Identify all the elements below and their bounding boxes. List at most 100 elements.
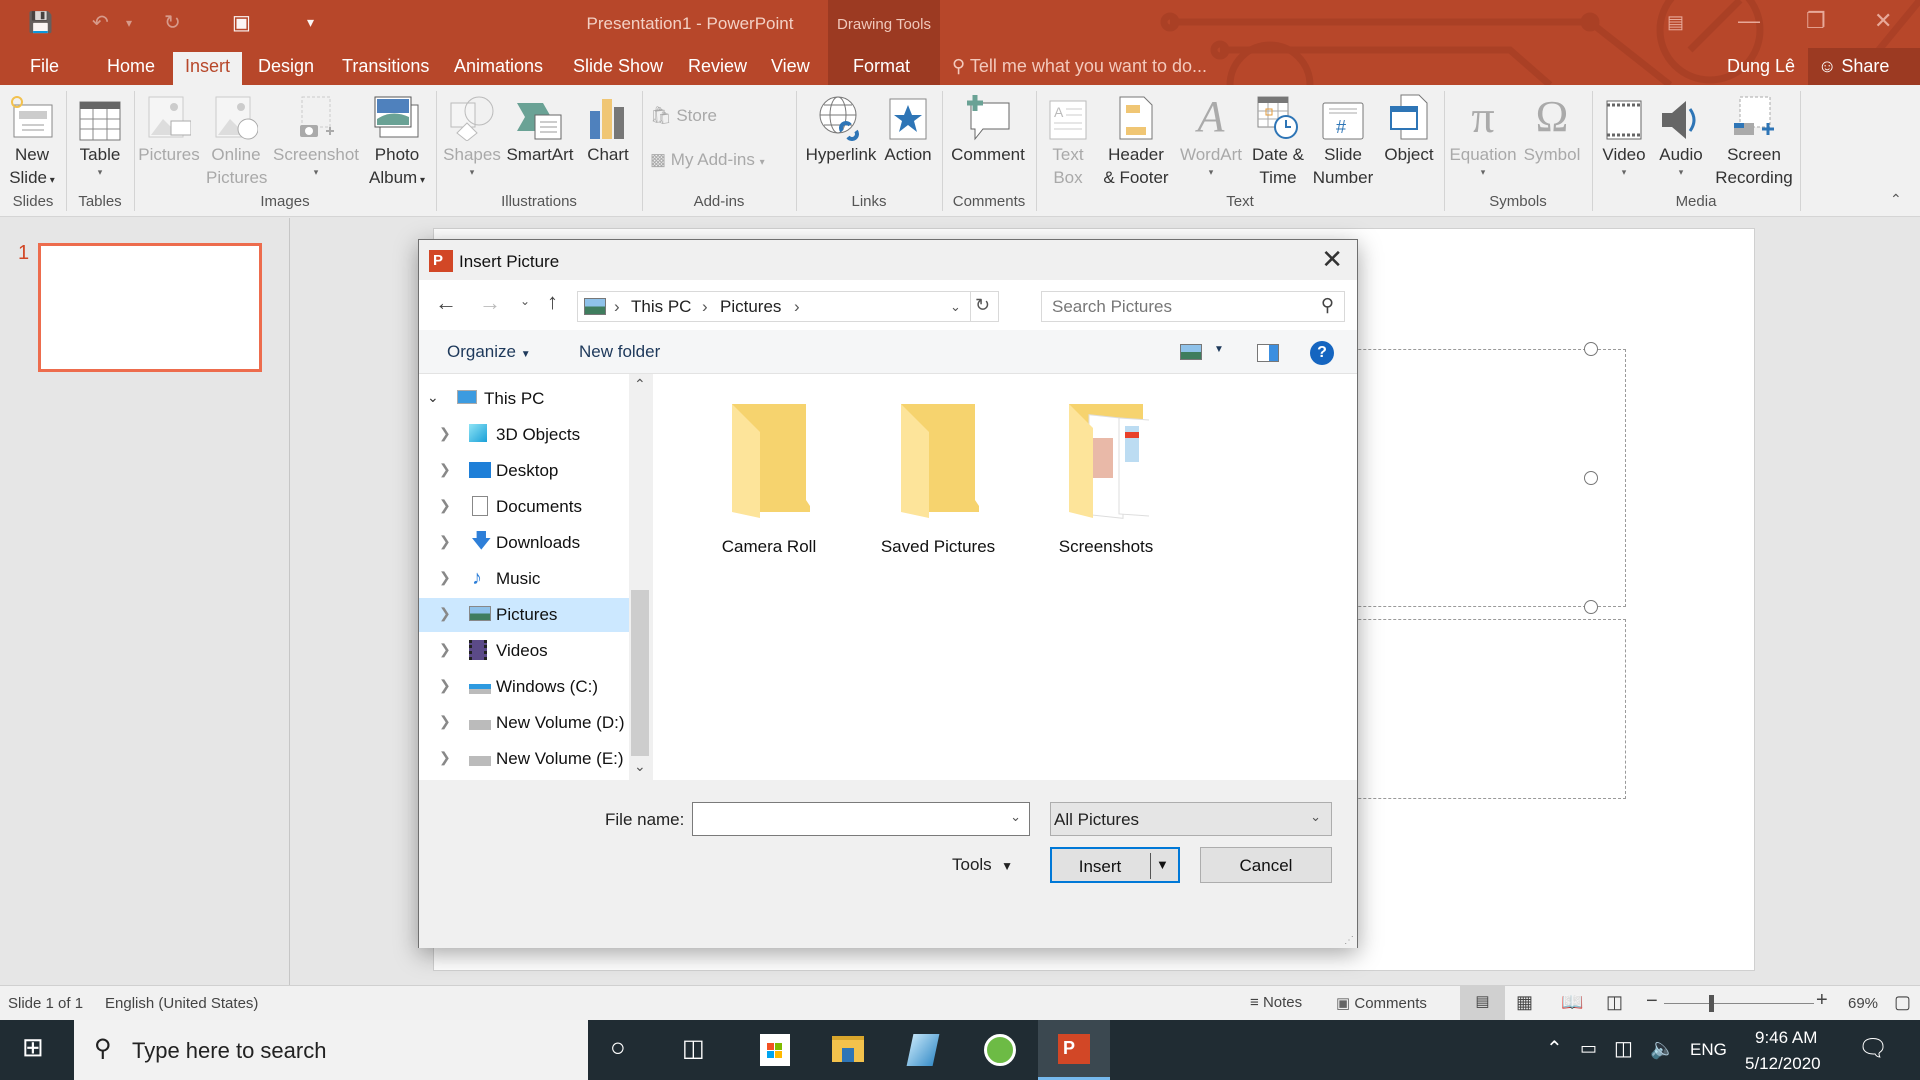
user-name[interactable]: Dung Lê	[1727, 56, 1795, 77]
scroll-down-icon[interactable]: ⌄	[634, 758, 646, 775]
new-slide-button[interactable]: New Slide ▾	[8, 91, 56, 192]
tab-transitions[interactable]: Transitions	[330, 52, 441, 85]
nav-item-this-pc[interactable]: ⌄ This PC	[419, 382, 629, 416]
nav-item-pictures[interactable]: ❯ Pictures	[419, 598, 629, 632]
language-status[interactable]: English (United States)	[105, 995, 258, 1012]
fit-to-window-button[interactable]: ▢	[1894, 992, 1911, 1013]
smartart-button[interactable]: SmartArt	[504, 91, 576, 166]
hyperlink-button[interactable]: Hyperlink	[800, 91, 882, 166]
audio-button[interactable]: Audio ▾	[1652, 91, 1710, 178]
tab-home[interactable]: Home	[95, 52, 167, 85]
symbol-button[interactable]: Ω Symbol	[1520, 91, 1584, 166]
new-folder-button[interactable]: New folder	[579, 342, 660, 362]
object-button[interactable]: Object	[1378, 91, 1440, 166]
tab-view[interactable]: View	[759, 52, 822, 85]
preview-pane-icon[interactable]	[1257, 344, 1279, 362]
screen-recording-button[interactable]: Screen Recording	[1712, 91, 1796, 189]
expand-chevron-right-icon[interactable]: ❯	[439, 425, 451, 442]
windows-start-icon[interactable]: ⊞	[22, 1032, 44, 1063]
organize-button[interactable]: Organize ▼	[447, 342, 531, 362]
breadcrumb-this-pc[interactable]: This PC	[631, 297, 691, 317]
scroll-up-icon[interactable]: ⌃	[634, 376, 646, 393]
nav-item-new-volume-d[interactable]: ❯ New Volume (D:)	[419, 706, 629, 740]
tell-me-search[interactable]: ⚲ Tell me what you want to do...	[952, 56, 1207, 77]
insert-options-dropdown[interactable]: ▼	[1156, 857, 1169, 872]
comment-button[interactable]: Comment	[946, 91, 1030, 166]
expand-chevron-down-icon[interactable]: ⌄	[427, 389, 439, 406]
scrollbar-thumb[interactable]	[631, 590, 649, 756]
network-icon[interactable]: ◫	[1614, 1036, 1633, 1061]
pictures-button[interactable]: Pictures	[138, 91, 200, 166]
resize-handle[interactable]	[1584, 342, 1598, 356]
nav-item-videos[interactable]: ❯ Videos	[419, 634, 629, 668]
expand-chevron-right-icon[interactable]: ❯	[439, 461, 451, 478]
tab-format[interactable]: Format	[841, 52, 922, 85]
header-footer-button[interactable]: Header & Footer	[1096, 91, 1176, 189]
nav-item-downloads[interactable]: ❯ 🡇 Downloads	[419, 526, 629, 560]
nav-item-3d-objects[interactable]: ❯ 3D Objects	[419, 418, 629, 452]
coccoc-browser-icon[interactable]	[984, 1034, 1016, 1066]
change-view-icon[interactable]	[1180, 344, 1202, 360]
volume-icon[interactable]: 🔈	[1650, 1036, 1675, 1061]
minimize-icon[interactable]: —	[1738, 8, 1760, 34]
input-language[interactable]: ENG	[1690, 1040, 1727, 1060]
slide-number-button[interactable]: # Slide Number	[1310, 91, 1376, 189]
task-view-icon[interactable]: ◫	[682, 1034, 705, 1063]
wordart-button[interactable]: A WordArt ▾	[1176, 91, 1246, 178]
file-type-select[interactable]: All Pictures ⌄	[1050, 802, 1332, 836]
folder-screenshots[interactable]: Screenshots	[1031, 402, 1181, 557]
insert-button[interactable]: Insert ▼	[1050, 847, 1180, 883]
normal-view-button[interactable]: ▤	[1460, 986, 1505, 1020]
expand-chevron-right-icon[interactable]: ❯	[439, 749, 451, 766]
file-name-dropdown-icon[interactable]: ⌄	[1010, 809, 1021, 825]
online-pictures-button[interactable]: Online Pictures	[206, 91, 267, 189]
file-name-input[interactable]: ⌄	[692, 802, 1030, 836]
microsoft-store-icon[interactable]	[760, 1034, 790, 1066]
screenshot-button[interactable]: Screenshot ▾	[270, 91, 362, 178]
reading-view-button[interactable]: 📖	[1561, 992, 1583, 1013]
expand-chevron-right-icon[interactable]: ❯	[439, 677, 451, 694]
battery-icon[interactable]: ▭	[1580, 1038, 1597, 1059]
tab-review[interactable]: Review	[676, 52, 759, 85]
zoom-out-button[interactable]: −	[1646, 990, 1658, 1013]
cortana-icon[interactable]: ○	[610, 1032, 626, 1063]
zoom-slider-thumb[interactable]	[1709, 995, 1714, 1012]
powerpoint-taskbar-button[interactable]: P	[1038, 1020, 1110, 1080]
show-hidden-icons[interactable]: ⌃	[1546, 1036, 1563, 1061]
slide-thumbnail[interactable]	[38, 243, 262, 372]
taskbar-search[interactable]: ⚲ Type here to search	[74, 1020, 588, 1080]
zoom-level[interactable]: 69%	[1848, 995, 1878, 1012]
text-box-button[interactable]: A Text Box	[1042, 91, 1094, 189]
tools-button[interactable]: Tools ▼	[952, 855, 1013, 875]
action-button[interactable]: Action	[880, 91, 936, 166]
up-icon[interactable]: ↑	[547, 289, 558, 315]
date-time-button[interactable]: Date & Time	[1248, 91, 1308, 189]
resize-grip[interactable]: ⋰	[1344, 935, 1354, 946]
cancel-button[interactable]: Cancel	[1200, 847, 1332, 883]
dialog-close-button[interactable]: ✕	[1321, 244, 1343, 275]
tab-animations[interactable]: Animations	[442, 52, 555, 85]
address-dropdown-icon[interactable]: ⌄	[950, 299, 961, 315]
restore-icon[interactable]: ❐	[1806, 8, 1826, 34]
expand-chevron-right-icon[interactable]: ❯	[439, 641, 451, 658]
nav-item-windows-c[interactable]: ❯ Windows (C:)	[419, 670, 629, 704]
nav-item-documents[interactable]: ❯ Documents	[419, 490, 629, 524]
photo-album-button[interactable]: Photo Album ▾	[366, 91, 428, 192]
close-window-icon[interactable]: ✕	[1874, 8, 1892, 34]
slide-sorter-button[interactable]: ▦	[1516, 992, 1533, 1013]
resize-handle[interactable]	[1584, 471, 1598, 485]
notepad-app-icon[interactable]	[906, 1034, 940, 1066]
clock-time[interactable]: 9:46 AM	[1755, 1028, 1817, 1048]
zoom-in-button[interactable]: +	[1816, 989, 1828, 1012]
expand-chevron-right-icon[interactable]: ❯	[439, 533, 451, 550]
expand-chevron-right-icon[interactable]: ❯	[439, 713, 451, 730]
help-icon[interactable]: ?	[1310, 341, 1334, 365]
tab-slide-show[interactable]: Slide Show	[561, 52, 675, 85]
store-button[interactable]: 🛍 Store	[650, 106, 717, 126]
zoom-slider[interactable]	[1664, 1003, 1814, 1004]
folder-saved-pictures[interactable]: Saved Pictures	[863, 402, 1013, 557]
nav-item-desktop[interactable]: ❯ Desktop	[419, 454, 629, 488]
back-icon[interactable]: ←	[435, 290, 457, 316]
collapse-ribbon-icon[interactable]: ⌃	[1890, 191, 1902, 208]
refresh-icon[interactable]: ↻	[975, 295, 990, 316]
